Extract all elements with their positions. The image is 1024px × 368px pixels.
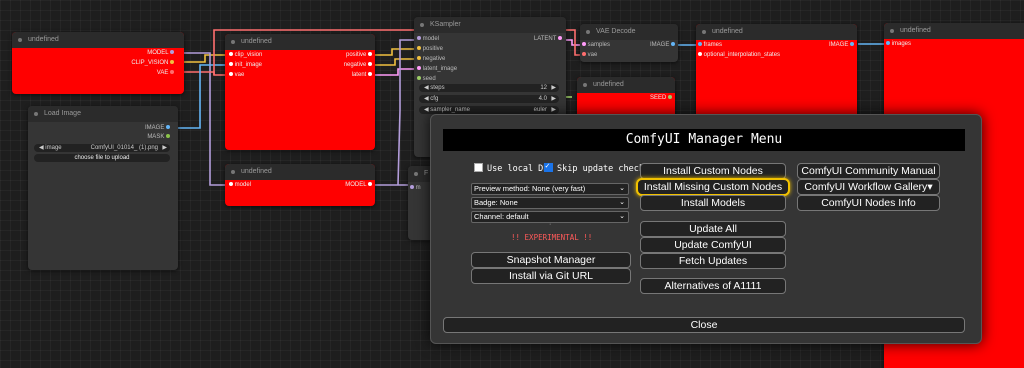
ksampler-sampler-widget[interactable]: ◀ sampler_name euler ▶ [419, 106, 559, 114]
preview-method-select[interactable]: Preview method: None (very fast) ⌄ [471, 183, 629, 195]
conditioning-output-negative[interactable]: negative [344, 61, 372, 69]
vae-decode-input-vae[interactable]: vae [582, 51, 597, 59]
image-file-widget[interactable]: ◀ image ComfyUI_01014_ (1).png ▶ [34, 144, 170, 152]
use-local-db-checkbox[interactable]: Use local DB [474, 163, 548, 174]
wire-latent [374, 68, 415, 76]
ksampler-node-title: KSampler [414, 17, 566, 33]
update-all-button[interactable]: Update All [640, 221, 786, 237]
vae-decode-input-samples[interactable]: samples [582, 41, 610, 49]
model-node-title: undefined [225, 164, 375, 180]
preview-node-title: undefined [884, 23, 1024, 39]
model-node-output-model[interactable]: MODEL [345, 181, 372, 189]
vae-decode-node[interactable]: VAE Decode samples vae IMAGE [580, 24, 678, 62]
wire-vae [184, 71, 226, 76]
use-local-db-box[interactable] [474, 163, 483, 172]
install-via-git-url-button[interactable]: Install via Git URL [471, 268, 631, 284]
ksampler-input-positive[interactable]: positive [417, 45, 443, 53]
chevron-down-icon: ⌄ [619, 185, 625, 192]
update-comfyui-button[interactable]: Update ComfyUI [640, 237, 786, 253]
ksampler-input-negative[interactable]: negative [417, 55, 445, 63]
manager-dialog: ComfyUI Manager Menu Use local DB Skip u… [430, 114, 982, 344]
skip-update-check-box[interactable] [544, 161, 553, 172]
partial-node-input-m[interactable]: m [410, 184, 421, 192]
conditioning-input-vae[interactable]: vae [229, 71, 244, 79]
conditioning-input-clip-vision[interactable]: clip_vision [229, 51, 262, 59]
conditioning-output-latent[interactable]: latent [352, 71, 372, 79]
badge-select[interactable]: Badge: None ⌄ [471, 197, 629, 209]
load-image-output-mask[interactable]: MASK [147, 133, 170, 141]
load-image-output-image[interactable]: IMAGE [145, 124, 170, 132]
skip-update-check-checkbox[interactable]: Skip update check [544, 161, 644, 174]
loader-output-clip-vision[interactable]: CLIP_VISION [131, 59, 174, 67]
video-combine-node-title: undefined [696, 24, 857, 40]
workflow-gallery-button[interactable]: ComfyUI Workflow Gallery▾ [797, 179, 940, 195]
loader-node[interactable]: undefined MODEL CLIP_VISION VAE [12, 32, 184, 94]
seed-node-output-seed[interactable]: SEED [650, 94, 672, 102]
ksampler-input-latent-image[interactable]: latent_image [417, 65, 457, 73]
preview-input-images[interactable]: images [886, 40, 911, 48]
seed-node-title: undefined [577, 77, 675, 93]
vae-decode-output-image[interactable]: IMAGE [650, 41, 675, 49]
install-custom-nodes-button[interactable]: Install Custom Nodes [640, 163, 786, 179]
video-combine-input-frames[interactable]: frames [698, 41, 722, 49]
loader-node-title: undefined [12, 32, 184, 48]
conditioning-node-title: undefined [225, 34, 375, 50]
widget-right-arrow-icon[interactable]: ▶ [162, 144, 167, 152]
conditioning-input-init-image[interactable]: init_image [229, 61, 262, 69]
ksampler-output-latent[interactable]: LATENT [534, 35, 562, 43]
load-image-node-title: Load Image [28, 106, 178, 122]
wire-clip-vision [184, 54, 226, 63]
nodes-info-button[interactable]: ComfyUI Nodes Info [797, 195, 940, 211]
ksampler-cfg-widget[interactable]: ◀ cfg 4.0 ▶ [419, 95, 559, 103]
ksampler-input-model[interactable]: model [417, 35, 439, 43]
vae-decode-node-title: VAE Decode [580, 24, 678, 40]
alternatives-a1111-button[interactable]: Alternatives of A1111 [640, 278, 786, 294]
widget-left-arrow-icon[interactable]: ◀ [39, 145, 44, 151]
video-combine-input-interp[interactable]: optional_interpolation_states [698, 51, 780, 59]
load-image-node[interactable]: Load Image IMAGE MASK ◀ image ComfyUI_01… [28, 106, 178, 270]
loader-output-vae[interactable]: VAE [157, 69, 174, 77]
conditioning-output-positive[interactable]: positive [346, 51, 372, 59]
install-models-button[interactable]: Install Models [640, 195, 786, 211]
chevron-down-icon: ⌄ [619, 213, 625, 220]
wire-ksampler-model [397, 39, 415, 186]
ksampler-steps-widget[interactable]: ◀ steps 12 ▶ [419, 84, 559, 92]
manager-title: ComfyUI Manager Menu [443, 129, 965, 151]
video-combine-output-image[interactable]: IMAGE [829, 41, 854, 49]
wire-positive [374, 48, 415, 56]
model-node[interactable]: undefined model MODEL [225, 164, 375, 206]
small-dot: · [549, 221, 552, 228]
community-manual-button[interactable]: ComfyUI Community Manual [797, 163, 940, 179]
dropdown-arrow-icon: ▾ [927, 181, 933, 193]
install-missing-custom-nodes-button[interactable]: Install Missing Custom Nodes [636, 178, 790, 196]
choose-file-button[interactable]: choose file to upload [34, 154, 170, 162]
fetch-updates-button[interactable]: Fetch Updates [640, 253, 786, 269]
wire-negative [374, 58, 415, 66]
ksampler-input-seed[interactable]: seed [417, 75, 436, 83]
loader-output-model[interactable]: MODEL [147, 49, 174, 57]
snapshot-manager-button[interactable]: Snapshot Manager [471, 252, 631, 268]
chevron-down-icon: ⌄ [619, 199, 625, 206]
model-node-input-model[interactable]: model [229, 181, 251, 189]
conditioning-node[interactable]: undefined clip_vision init_image vae pos… [225, 34, 375, 150]
close-button[interactable]: Close [443, 317, 965, 333]
experimental-label: !! EXPERIMENTAL !! [511, 233, 593, 242]
